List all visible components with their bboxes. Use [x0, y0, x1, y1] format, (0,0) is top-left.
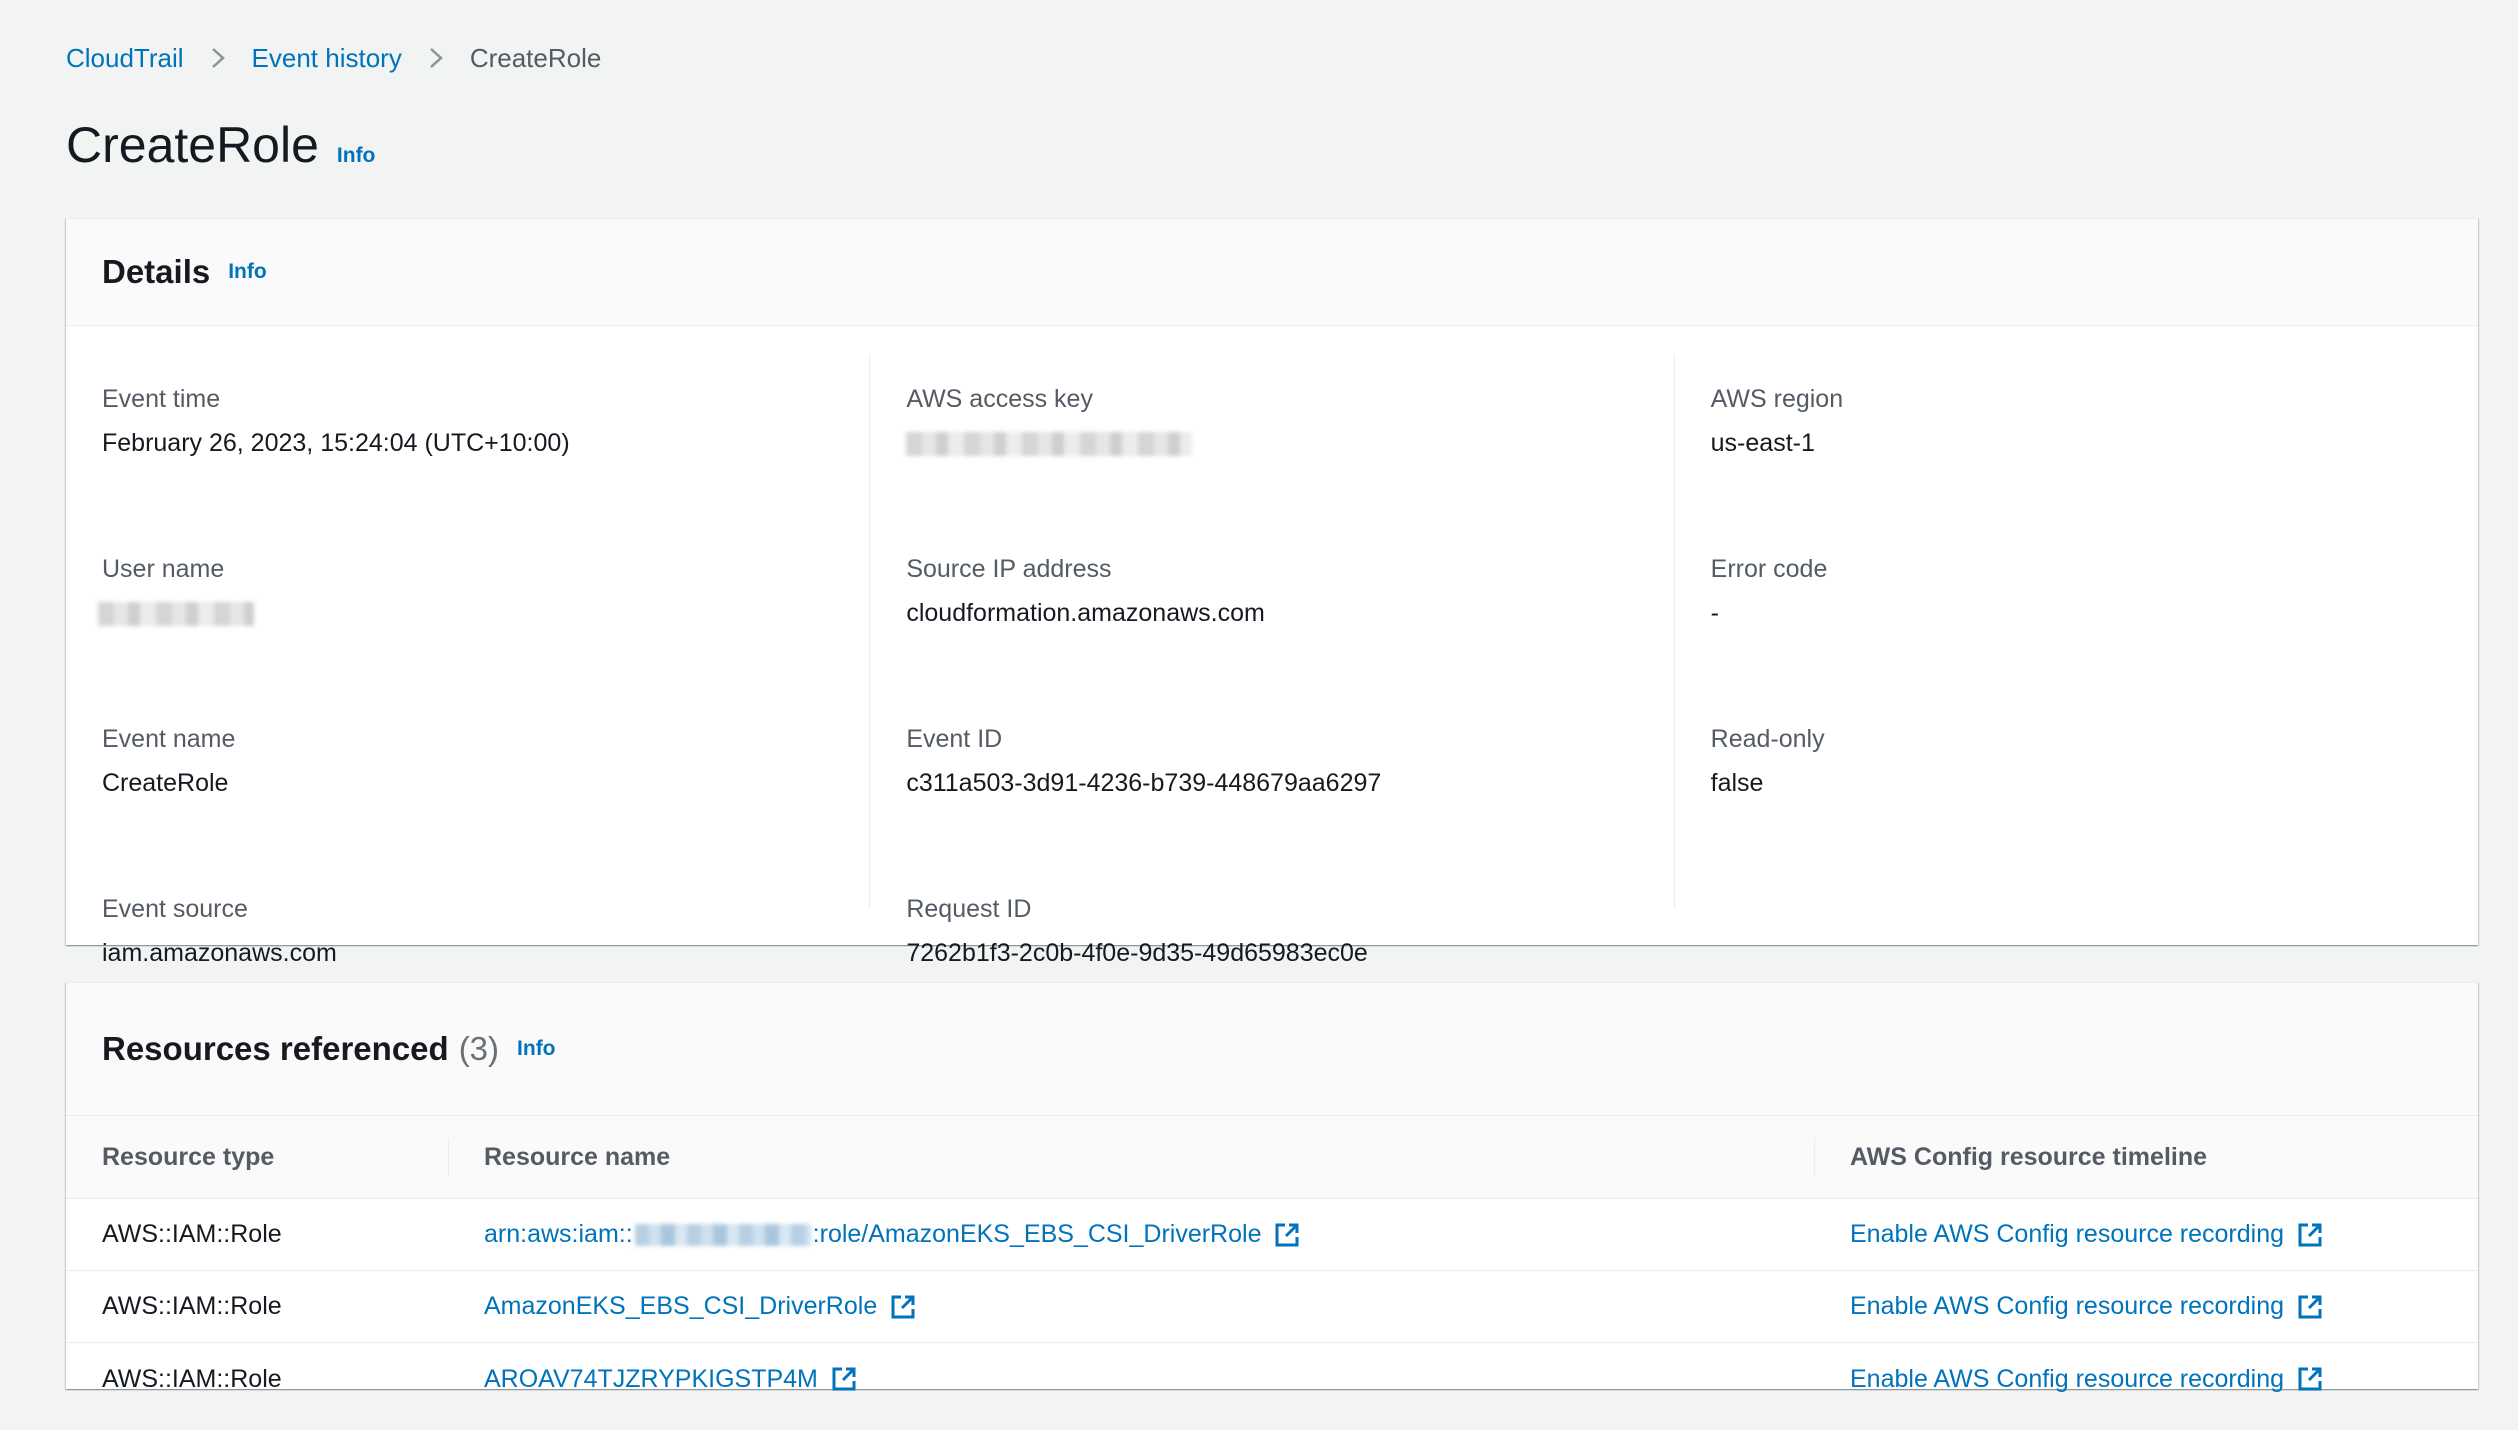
field-value: -: [1710, 599, 1719, 627]
resources-info-link[interactable]: Info: [517, 1037, 555, 1061]
field-value-redacted: [98, 596, 833, 635]
table-header: Resource type Resource name AWS Config r…: [66, 1115, 2478, 1199]
enable-config-recording-label: Enable AWS Config resource recording: [1850, 1220, 2285, 1248]
details-column-2: AWS access key Source IP address cloudfo…: [869, 354, 1673, 967]
column-header-resource-type: Resource type: [102, 1142, 275, 1171]
arn-prefix: arn:aws:iam::: [484, 1220, 633, 1248]
enable-config-recording-link[interactable]: Enable AWS Config resource recording: [1850, 1292, 2324, 1321]
breadcrumb-cloudtrail-link[interactable]: CloudTrail: [66, 43, 184, 74]
page-header: CreateRole Info: [66, 116, 375, 174]
field-value: us-east-1: [1710, 429, 1815, 457]
aws-access-key-field: AWS access key: [906, 382, 1637, 524]
event-name-field: Event name CreateRole: [102, 722, 833, 864]
details-header: Details Info: [66, 219, 2478, 326]
resources-title-text: Resources referenced: [102, 1030, 449, 1067]
resource-name-cell: AmazonEKS_EBS_CSI_DriverRole: [448, 1271, 1814, 1342]
arn-suffix: :role/AmazonEKS_EBS_CSI_DriverRole: [812, 1220, 1262, 1248]
breadcrumb-current: CreateRole: [469, 42, 602, 73]
field-value: iam.amazonaws.com: [102, 939, 337, 967]
details-column-1: Event time February 26, 2023, 15:24:04 (…: [66, 354, 869, 967]
enable-config-recording-link[interactable]: Enable AWS Config resource recording: [1850, 1365, 2324, 1394]
resource-name-label: AmazonEKS_EBS_CSI_DriverRole: [484, 1292, 878, 1320]
chevron-right-icon: [422, 40, 450, 76]
field-label: User name: [102, 555, 225, 583]
table-row: AWS::IAM::Role AmazonEKS_EBS_CSI_DriverR…: [66, 1271, 2478, 1343]
user-name-field: User name: [98, 552, 833, 694]
field-value-redacted: [906, 426, 1637, 465]
resource-name-cell: AROAV74TJZRYPKIGSTP4M: [448, 1343, 1814, 1415]
enable-config-recording-label: Enable AWS Config resource recording: [1850, 1292, 2285, 1320]
breadcrumb: CloudTrail Event history CreateRole: [66, 40, 601, 76]
table-row: AWS::IAM::Role arn:aws:iam:: :role/Amazo…: [66, 1199, 2478, 1271]
config-timeline-cell: Enable AWS Config resource recording: [1814, 1343, 2478, 1415]
resource-type-cell: AWS::IAM::Role: [102, 1220, 282, 1248]
resource-name-cell: arn:aws:iam:: :role/AmazonEKS_EBS_CSI_Dr…: [448, 1199, 1814, 1270]
details-info-link[interactable]: Info: [228, 260, 266, 284]
redacted-account-id: [634, 1223, 811, 1246]
field-value: February 26, 2023, 15:24:04 (UTC+10:00): [102, 429, 570, 457]
external-link-icon: [2298, 1223, 2322, 1246]
table-row: AWS::IAM::Role AROAV74TJZRYPKIGSTP4M Ena…: [66, 1343, 2478, 1415]
field-value: 7262b1f3-2c0b-4f0e-9d35-49d65983ec0e: [906, 939, 1368, 967]
external-link-icon: [2298, 1367, 2322, 1391]
column-header-config-timeline: AWS Config resource timeline: [1814, 1116, 2478, 1198]
field-label: Event name: [102, 725, 236, 753]
field-label: Source IP address: [906, 555, 1112, 583]
resources-header: Resources referenced (3) Info: [66, 983, 2478, 1115]
resource-name-label: AROAV74TJZRYPKIGSTP4M: [484, 1364, 818, 1393]
field-label: AWS access key: [906, 385, 1093, 413]
field-value: false: [1710, 769, 1764, 797]
aws-region-field: AWS region us-east-1: [1711, 382, 2442, 524]
external-link-icon: [1275, 1223, 1299, 1246]
field-label: Event source: [102, 895, 248, 923]
details-title: Details: [102, 253, 211, 290]
resources-title: Resources referenced (3): [102, 1030, 499, 1068]
details-panel: Details Info Event time February 26, 202…: [66, 218, 2478, 967]
field-label: Error code: [1710, 555, 1828, 583]
external-link-icon: [891, 1295, 915, 1318]
event-id-field: Event ID c311a503-3d91-4236-b739-448679a…: [906, 722, 1637, 864]
resource-type-cell: AWS::IAM::Role: [102, 1292, 282, 1320]
breadcrumb-event-history-link[interactable]: Event history: [252, 43, 402, 74]
details-column-3: AWS region us-east-1 Error code - Read-o…: [1673, 354, 2478, 909]
field-value: c311a503-3d91-4236-b739-448679aa6297: [906, 769, 1382, 797]
redacted-value: [906, 432, 1193, 456]
read-only-field: Read-only false: [1711, 722, 2442, 864]
field-value: CreateRole: [102, 769, 229, 797]
external-link-icon: [2298, 1295, 2322, 1318]
source-ip-field: Source IP address cloudformation.amazona…: [906, 552, 1637, 694]
field-label: Event time: [102, 385, 221, 413]
enable-config-recording-label: Enable AWS Config resource recording: [1850, 1364, 2285, 1393]
resources-referenced-panel: Resources referenced (3) Info Resource ty…: [66, 982, 2478, 1393]
config-timeline-cell: Enable AWS Config resource recording: [1814, 1271, 2478, 1342]
external-link-icon: [832, 1367, 856, 1391]
event-time-field: Event time February 26, 2023, 15:24:04 (…: [102, 382, 833, 524]
config-timeline-cell: Enable AWS Config resource recording: [1814, 1199, 2478, 1270]
field-label: AWS region: [1710, 385, 1844, 413]
page-info-link[interactable]: Info: [337, 144, 375, 168]
redacted-value: [98, 602, 254, 626]
resource-name-link[interactable]: AmazonEKS_EBS_CSI_DriverRole: [484, 1292, 917, 1321]
resources-table: Resource type Resource name AWS Config r…: [66, 1115, 2478, 1415]
resource-name-link[interactable]: AROAV74TJZRYPKIGSTP4M: [484, 1365, 858, 1394]
column-header-resource-name: Resource name: [448, 1116, 1814, 1198]
resource-name-link[interactable]: arn:aws:iam:: :role/AmazonEKS_EBS_CSI_Dr…: [484, 1220, 1301, 1249]
error-code-field: Error code -: [1711, 552, 2442, 694]
chevron-right-icon: [204, 40, 232, 76]
field-label: Request ID: [906, 895, 1032, 923]
resources-count: (3): [458, 1030, 500, 1067]
details-body: Event time February 26, 2023, 15:24:04 (…: [66, 326, 2478, 967]
resource-type-cell: AWS::IAM::Role: [102, 1364, 282, 1393]
page-title: CreateRole: [66, 117, 319, 173]
field-value: cloudformation.amazonaws.com: [906, 599, 1265, 627]
field-label: Event ID: [906, 725, 1003, 753]
field-label: Read-only: [1710, 725, 1825, 753]
enable-config-recording-link[interactable]: Enable AWS Config resource recording: [1850, 1220, 2324, 1249]
